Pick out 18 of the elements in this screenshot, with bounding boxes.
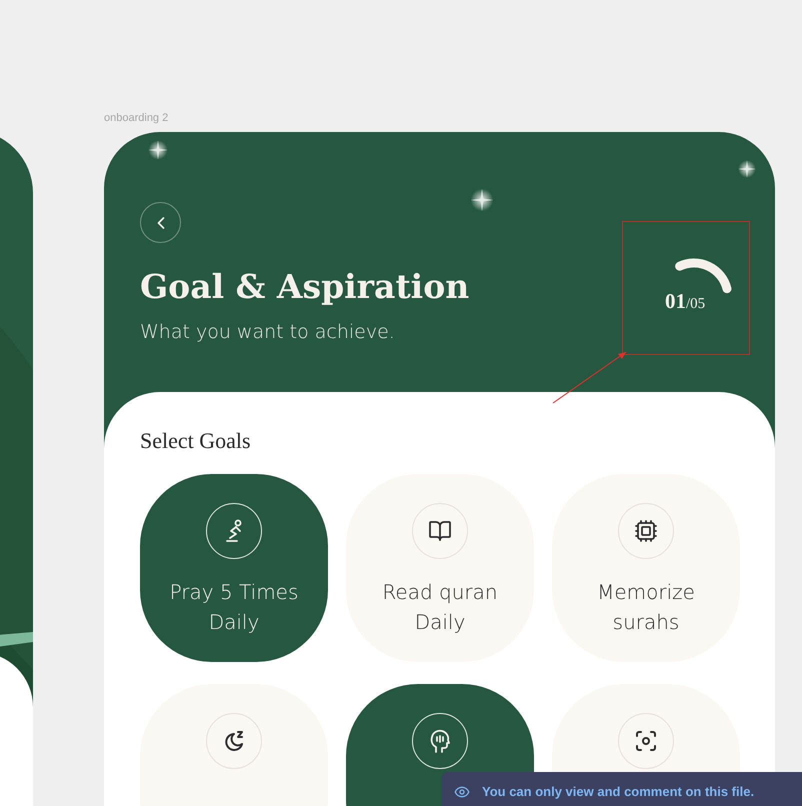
goal-option[interactable]: Pray 5 Times Daily — [140, 474, 328, 662]
scan-icon — [634, 729, 658, 753]
book-icon — [428, 519, 452, 543]
view-only-toast: You can only view and comment on this file. — [442, 772, 802, 806]
goal-option[interactable]: Memorize surahs — [552, 474, 740, 662]
sparkle-icon — [468, 186, 496, 214]
step-counter: 01/05 — [665, 289, 706, 314]
screen-subtitle: What you want to achieve. — [140, 320, 396, 343]
chip-icon — [634, 519, 658, 543]
progress-arc — [675, 258, 732, 294]
eye-icon — [454, 784, 470, 800]
head-icon — [428, 728, 452, 754]
sparkle-icon — [146, 138, 170, 162]
section-title: Select Goals — [140, 428, 252, 454]
sparkle-icon — [736, 158, 758, 180]
goal-option[interactable]: Read quran Daily — [346, 474, 534, 662]
screen-title: Goal & Aspiration — [140, 267, 470, 307]
frame-label: onboarding 2 — [104, 112, 168, 124]
